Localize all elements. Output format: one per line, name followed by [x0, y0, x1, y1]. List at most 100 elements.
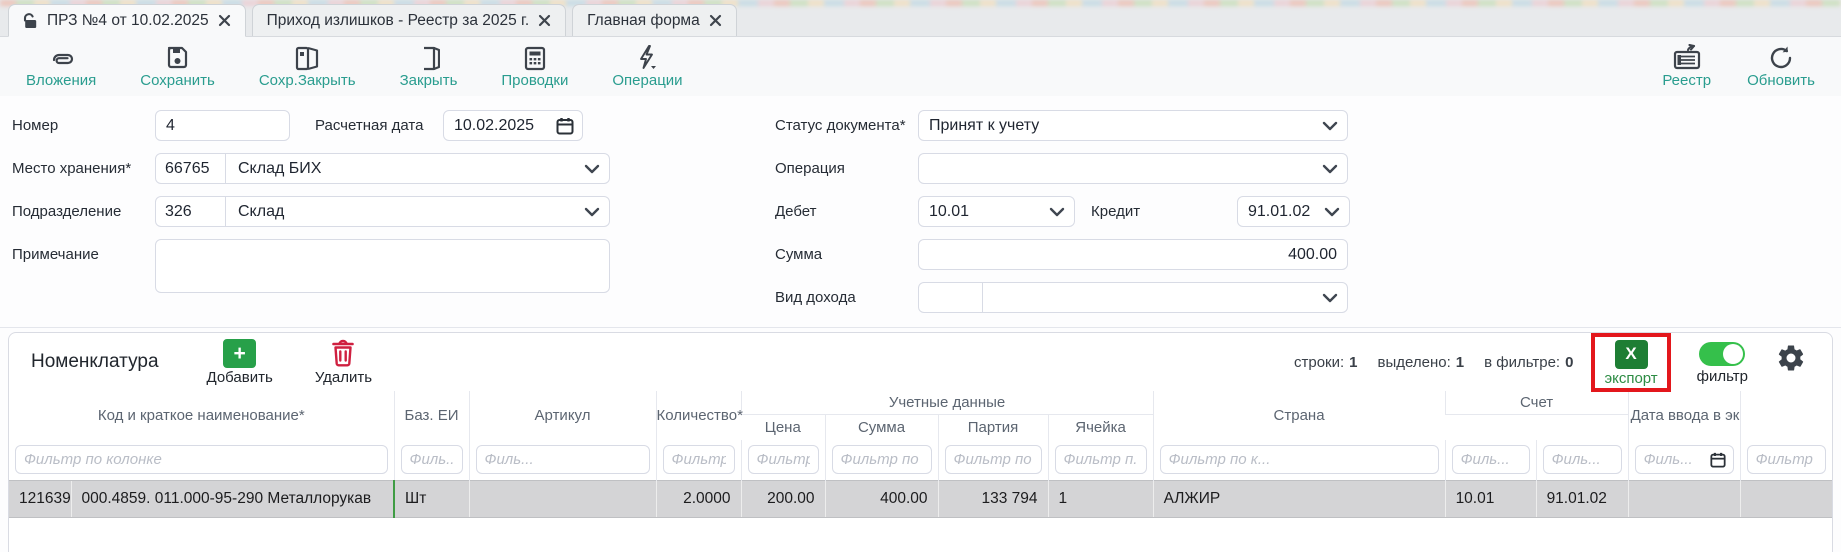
column-header-commissioning-date[interactable]: Дата ввода в эксплуатацию	[1628, 391, 1740, 440]
table-row[interactable]: 121639 000.4859. 011.000-95-290 Металлор…	[9, 480, 1832, 517]
filter-input-debit[interactable]	[1452, 445, 1530, 474]
tab-document[interactable]: ПРЗ №4 от 10.02.2025	[8, 4, 246, 37]
tab-main-form[interactable]: Главная форма	[572, 4, 737, 36]
filter-input-extra[interactable]	[1747, 445, 1827, 474]
calendar-icon[interactable]	[556, 117, 574, 135]
document-form: Номер Расчетная дата 10.02.2025 Место хр…	[0, 96, 1841, 328]
note-textarea[interactable]	[155, 239, 610, 293]
amount-input[interactable]	[918, 239, 1348, 270]
filter-input-name[interactable]	[15, 445, 388, 474]
close-icon[interactable]	[218, 14, 231, 27]
column-header-unit[interactable]: Баз. ЕИ	[394, 391, 469, 440]
calculator-icon	[524, 45, 546, 71]
nomenclature-panel: Номенклатура + Добавить Удалить строки:1…	[8, 332, 1833, 552]
column-header-qty[interactable]: Количество*	[656, 391, 741, 440]
form-right-column: Статус документа* Принят к учету Операци…	[775, 110, 1350, 325]
table-stats: строки:1 выделено:1 в фильтре:0	[1294, 354, 1573, 371]
credit-select[interactable]: 91.01.02	[1237, 196, 1350, 227]
cell-unit[interactable]: Шт	[394, 480, 469, 517]
cell-credit[interactable]: 91.01.02	[1536, 480, 1628, 517]
cell-commissioning-date[interactable]	[1628, 480, 1740, 517]
cell-debit[interactable]: 10.01	[1445, 480, 1536, 517]
column-header-name[interactable]: Код и краткое наименование*	[9, 391, 394, 440]
status-select[interactable]: Принят к учету	[918, 110, 1348, 141]
column-header-cell[interactable]: Ячейка	[1048, 414, 1153, 440]
nomenclature-header: Номенклатура + Добавить Удалить строки:1…	[9, 333, 1832, 391]
storage-select[interactable]: 66765 Склад БИХ	[155, 153, 610, 184]
cell-country[interactable]: АЛЖИР	[1153, 480, 1445, 517]
door-icon	[418, 45, 440, 71]
filter-input-country[interactable]	[1160, 445, 1439, 474]
filter-input-price[interactable]	[748, 445, 819, 474]
division-code[interactable]: 326	[156, 197, 226, 226]
rows-count: строки:1	[1294, 354, 1358, 371]
operation-select[interactable]	[918, 153, 1348, 184]
column-header-country[interactable]: Страна	[1153, 391, 1445, 440]
calc-date-label: Расчетная дата	[315, 110, 443, 134]
filter-input-qty[interactable]	[663, 445, 735, 474]
cell-extra[interactable]	[1740, 480, 1832, 517]
toolbar-label: Сохр.Закрыть	[259, 73, 356, 88]
filter-toggle[interactable]: фильтр	[1697, 339, 1748, 385]
cell-cell[interactable]: 1	[1048, 480, 1153, 517]
chevron-down-icon[interactable]	[1322, 121, 1338, 131]
calendar-icon[interactable]	[1710, 452, 1726, 468]
number-input[interactable]	[155, 110, 290, 141]
chevron-down-icon[interactable]	[1322, 164, 1338, 174]
export-annotation-box: X экспорт	[1591, 333, 1670, 392]
close-icon[interactable]	[538, 14, 551, 27]
income-type-code[interactable]	[919, 283, 983, 312]
cell-price[interactable]: 200.00	[741, 480, 825, 517]
column-header-sum[interactable]: Сумма	[825, 414, 938, 440]
filter-input-credit[interactable]	[1543, 445, 1622, 474]
refresh-button[interactable]: Обновить	[1747, 45, 1815, 88]
tab-register[interactable]: Приход излишков - Реестр за 2025 г.	[252, 4, 567, 36]
toolbar-label: Сохранить	[140, 73, 215, 88]
column-header-article[interactable]: Артикул	[469, 391, 656, 440]
save-close-button[interactable]: Сохр.Закрыть	[259, 45, 356, 88]
save-button[interactable]: Сохранить	[140, 45, 215, 88]
delete-row-button[interactable]: Удалить	[315, 339, 372, 386]
filter-input-article[interactable]	[476, 445, 650, 474]
cell-name[interactable]: 000.4859. 011.000-95-290 Металлорукав	[71, 480, 394, 517]
cell-code[interactable]: 121639	[9, 480, 71, 517]
calc-date-input[interactable]: 10.02.2025	[443, 110, 583, 141]
save-close-icon	[294, 45, 320, 71]
column-header-batch[interactable]: Партия	[938, 414, 1048, 440]
column-header-extra[interactable]	[1740, 391, 1832, 440]
document-toolbar: Вложения Сохранить Сохр.Закрыть Закрыть	[0, 37, 1841, 96]
income-type-select[interactable]	[918, 282, 1348, 313]
export-excel-button[interactable]: X экспорт	[1604, 340, 1657, 387]
postings-button[interactable]: Проводки	[501, 45, 568, 88]
tab-label: Приход излишков - Реестр за 2025 г.	[267, 12, 530, 30]
filter-input-batch[interactable]	[945, 445, 1042, 474]
registry-button[interactable]: Реестр	[1662, 45, 1711, 88]
cell-batch[interactable]: 133 794	[938, 480, 1048, 517]
credit-value: 91.01.02	[1248, 203, 1310, 221]
attachments-button[interactable]: Вложения	[26, 45, 96, 88]
chevron-down-icon[interactable]	[1324, 207, 1340, 217]
storage-code[interactable]: 66765	[156, 154, 226, 183]
chevron-down-icon[interactable]	[584, 207, 600, 217]
cell-sum[interactable]: 400.00	[825, 480, 938, 517]
column-header-price[interactable]: Цена	[741, 414, 825, 440]
toolbar-label: Операции	[612, 73, 682, 88]
add-row-button[interactable]: + Добавить	[207, 339, 273, 386]
chevron-down-icon[interactable]	[1322, 293, 1338, 303]
division-select[interactable]: 326 Склад	[155, 196, 610, 227]
group-header-account: Счет	[1445, 391, 1628, 414]
filter-input-sum[interactable]	[832, 445, 932, 474]
close-icon[interactable]	[709, 14, 722, 27]
cell-article[interactable]	[469, 480, 656, 517]
close-button[interactable]: Закрыть	[400, 45, 458, 88]
chevron-down-icon[interactable]	[1049, 207, 1065, 217]
filter-input-unit[interactable]	[401, 445, 463, 474]
cell-qty[interactable]: 2.0000	[656, 480, 741, 517]
debit-select[interactable]: 10.01	[918, 196, 1075, 227]
toggle-on-icon[interactable]	[1699, 342, 1745, 366]
gear-icon[interactable]	[1776, 343, 1806, 373]
chevron-down-icon[interactable]	[584, 164, 600, 174]
filter-input-cell[interactable]	[1055, 445, 1147, 474]
operations-button[interactable]: Операции	[612, 45, 682, 88]
date-value: 10.02.2025	[454, 117, 534, 135]
